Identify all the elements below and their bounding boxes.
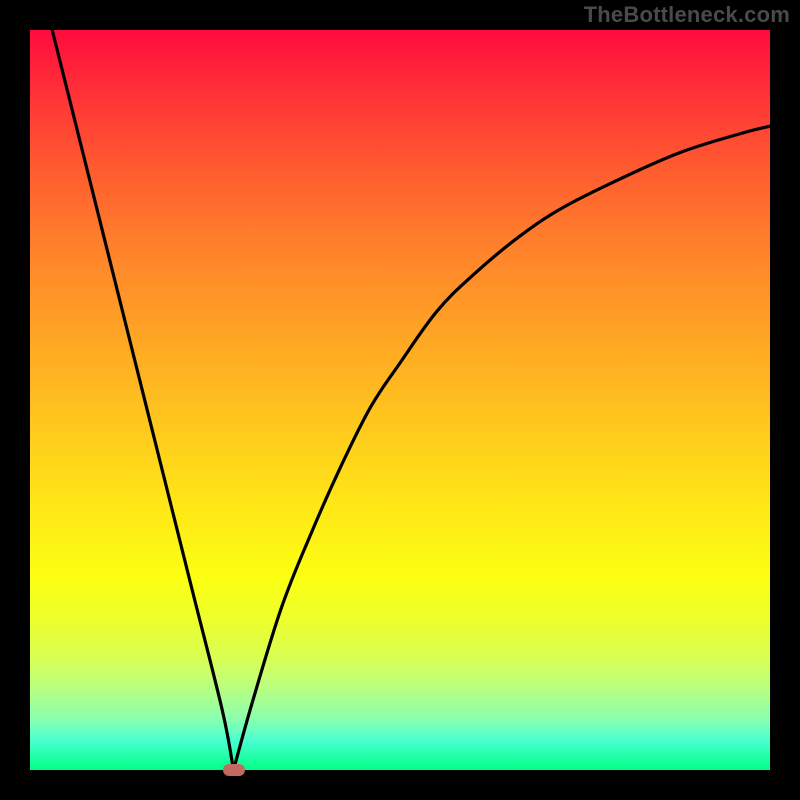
curve-svg [30, 30, 770, 770]
watermark-text: TheBottleneck.com [584, 2, 790, 28]
curve-right-branch [234, 126, 771, 770]
curve-left-branch [52, 30, 233, 770]
chart-frame: TheBottleneck.com [0, 0, 800, 800]
plot-area [30, 30, 770, 770]
minimum-marker [223, 764, 245, 776]
